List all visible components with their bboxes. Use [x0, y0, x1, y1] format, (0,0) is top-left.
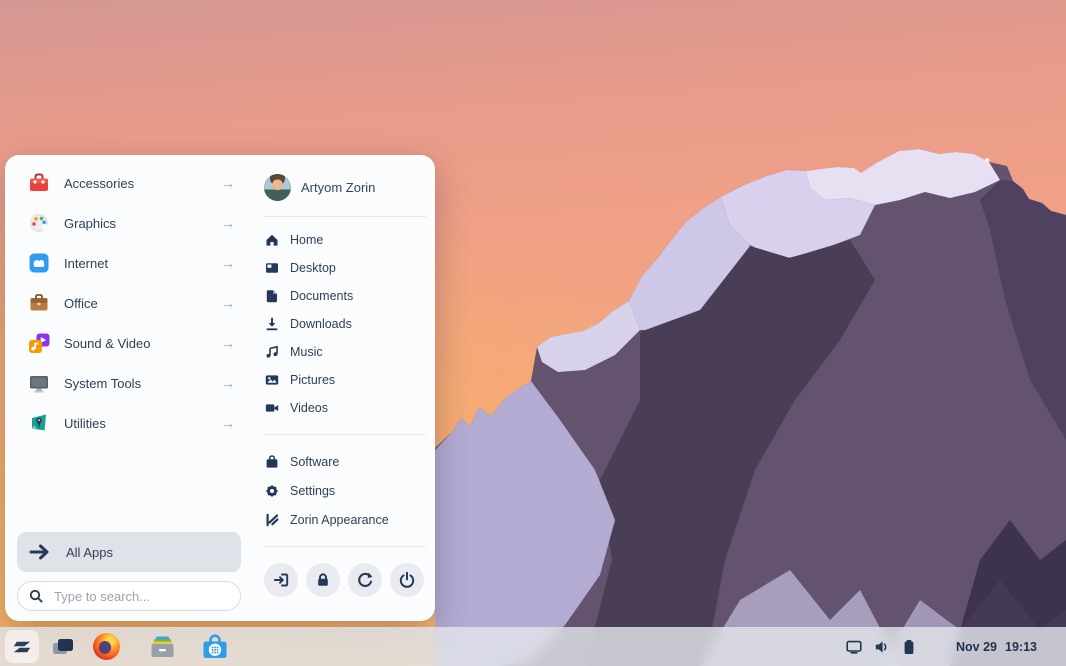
taskbar-software-store-button[interactable] — [200, 627, 229, 666]
session-buttons — [264, 563, 426, 597]
category-graphics[interactable]: Graphics → — [17, 203, 243, 243]
appearance-icon — [264, 513, 279, 527]
category-label: Office — [64, 296, 98, 311]
power-button[interactable] — [390, 563, 424, 597]
category-label: Graphics — [64, 216, 116, 231]
desktop-icon — [264, 261, 279, 275]
logout-button[interactable] — [264, 563, 298, 597]
place-desktop[interactable]: Desktop — [264, 254, 426, 282]
place-label: Pictures — [290, 373, 335, 387]
taskbar-file-manager-button[interactable] — [148, 627, 176, 666]
restart-button[interactable] — [348, 563, 382, 597]
place-label: Videos — [290, 401, 328, 415]
divider — [264, 546, 426, 547]
place-music[interactable]: Music — [264, 338, 426, 366]
briefcase-icon — [27, 291, 51, 315]
place-home[interactable]: Home — [264, 226, 426, 254]
taskbar-window-switcher-button[interactable] — [50, 627, 76, 666]
category-system-tools[interactable]: System Tools → — [17, 363, 243, 403]
software-bag-icon — [264, 455, 279, 469]
category-label: System Tools — [64, 376, 141, 391]
app-menu-panel: Accessories → Graphics → Internet → — [5, 155, 435, 621]
category-list: Accessories → Graphics → Internet → — [17, 163, 243, 443]
taskbar-firefox-button[interactable] — [92, 627, 120, 666]
search-input[interactable] — [52, 588, 232, 605]
picture-icon — [264, 373, 279, 387]
file-manager-icon — [149, 633, 176, 660]
search-icon — [29, 589, 43, 603]
toolbox-icon — [27, 171, 51, 195]
category-internet[interactable]: Internet → — [17, 243, 243, 283]
chevron-right-icon: → — [221, 336, 235, 350]
clock[interactable]: Nov 29 19:13 — [956, 640, 1037, 654]
chevron-right-icon: → — [221, 416, 235, 430]
monitor-icon — [27, 371, 51, 395]
category-sound-video[interactable]: Sound & Video → — [17, 323, 243, 363]
gear-icon — [264, 484, 279, 498]
taskbar: Nov 29 19:13 — [0, 627, 1066, 666]
user-name: Artyom Zorin — [301, 180, 375, 195]
place-label: Home — [290, 233, 323, 247]
category-label: Internet — [64, 256, 108, 271]
category-utilities[interactable]: Utilities → — [17, 403, 243, 443]
sun-glint — [985, 158, 989, 162]
chevron-right-icon: → — [221, 176, 235, 190]
date-label: Nov 29 — [956, 640, 997, 654]
avatar — [264, 174, 291, 201]
place-documents[interactable]: Documents — [264, 282, 426, 310]
search-box — [17, 581, 241, 611]
category-accessories[interactable]: Accessories → — [17, 163, 243, 203]
video-camera-icon — [264, 401, 279, 415]
time-label: 19:13 — [1005, 640, 1037, 654]
menu-item-software[interactable]: Software — [264, 447, 426, 476]
menu-item-label: Zorin Appearance — [290, 513, 389, 527]
chevron-right-icon: → — [221, 216, 235, 230]
place-label: Desktop — [290, 261, 336, 275]
music-note-icon — [264, 345, 279, 359]
document-icon — [264, 289, 279, 303]
zorin-logo-icon — [10, 635, 34, 659]
category-label: Utilities — [64, 416, 106, 431]
all-apps-label: All Apps — [66, 545, 113, 560]
lock-button[interactable] — [306, 563, 340, 597]
system-tray: Nov 29 19:13 — [846, 627, 1066, 666]
cloud-icon — [27, 251, 51, 275]
category-label: Sound & Video — [64, 336, 151, 351]
menu-item-label: Software — [290, 455, 339, 469]
place-downloads[interactable]: Downloads — [264, 310, 426, 338]
menu-item-label: Settings — [290, 484, 335, 498]
user-button[interactable]: Artyom Zorin — [264, 167, 426, 207]
palette-icon — [27, 211, 51, 235]
download-icon — [264, 317, 279, 331]
all-apps-arrow-icon — [29, 543, 51, 561]
desktop: Accessories → Graphics → Internet → — [0, 0, 1066, 666]
menu-right-column: Artyom Zorin Home Desktop Documents — [264, 167, 426, 597]
menu-item-settings[interactable]: Settings — [264, 476, 426, 505]
place-pictures[interactable]: Pictures — [264, 366, 426, 394]
all-apps-button[interactable]: All Apps — [17, 532, 241, 572]
place-videos[interactable]: Videos — [264, 394, 426, 422]
place-label: Documents — [290, 289, 353, 303]
divider — [264, 434, 426, 435]
category-office[interactable]: Office → — [17, 283, 243, 323]
divider — [264, 216, 426, 217]
place-label: Downloads — [290, 317, 352, 331]
battery-icon[interactable] — [902, 639, 916, 655]
taskbar-zorin-menu-button[interactable] — [5, 630, 39, 663]
chevron-right-icon: → — [221, 376, 235, 390]
menu-item-zorin-appearance[interactable]: Zorin Appearance — [264, 505, 426, 534]
firefox-icon — [93, 633, 120, 660]
place-label: Music — [290, 345, 323, 359]
home-icon — [264, 233, 279, 247]
display-icon[interactable] — [846, 639, 862, 655]
volume-icon[interactable] — [874, 639, 890, 655]
software-store-icon — [201, 633, 229, 661]
window-switcher-icon — [51, 636, 75, 658]
chevron-right-icon: → — [221, 256, 235, 270]
utilities-icon — [27, 411, 51, 435]
chevron-right-icon: → — [221, 296, 235, 310]
category-label: Accessories — [64, 176, 134, 191]
media-icon — [27, 331, 51, 355]
